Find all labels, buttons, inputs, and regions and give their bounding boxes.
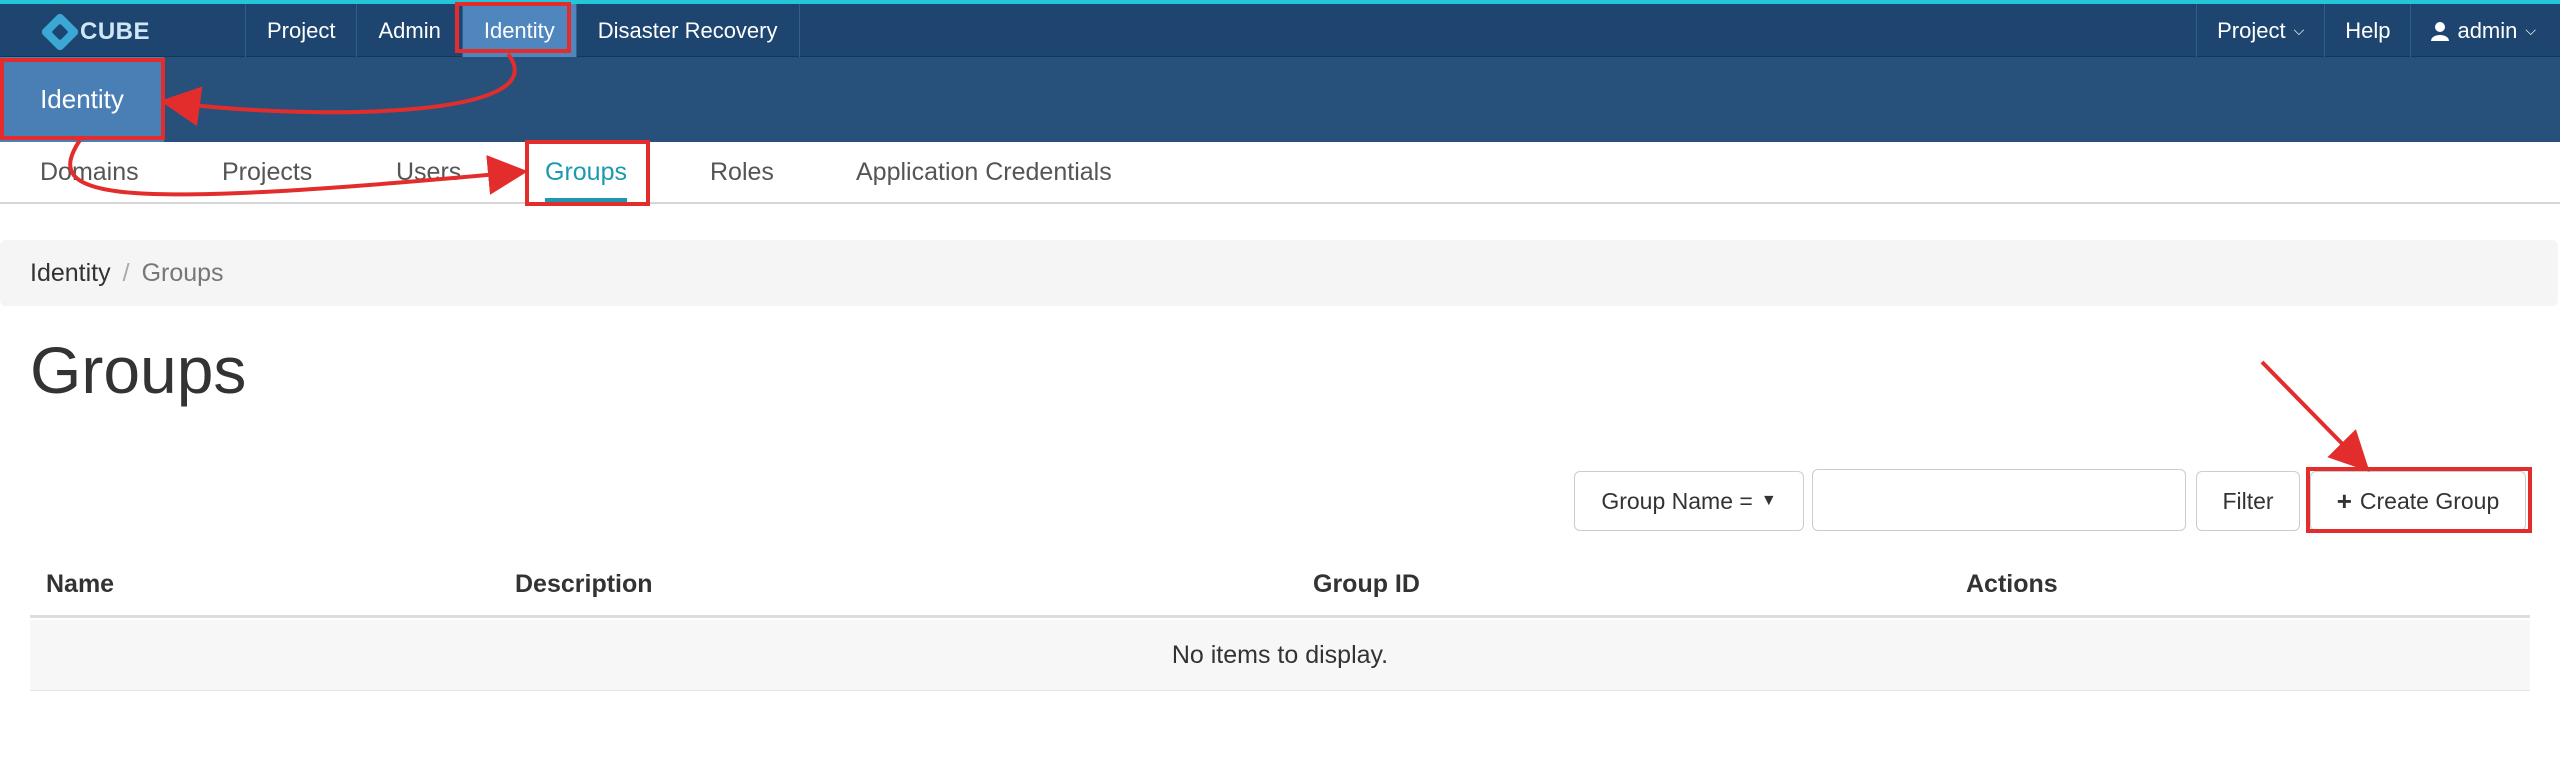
column-header-name[interactable]: Name — [46, 570, 114, 599]
user-icon — [2431, 21, 2450, 41]
column-header-description[interactable]: Description — [515, 570, 653, 599]
user-name: admin — [2457, 17, 2518, 43]
create-group-button[interactable]: + Create Group — [2310, 471, 2526, 531]
breadcrumb-current: Groups — [141, 258, 224, 287]
section-identity-label: Identity — [40, 84, 124, 114]
nav-admin[interactable]: Admin — [356, 4, 461, 57]
tab-groups[interactable]: Groups — [545, 142, 627, 202]
breadcrumb-separator: / — [122, 258, 130, 287]
sub-tabs: Domains Projects Users Groups Roles Appl… — [0, 142, 2560, 204]
filter-button[interactable]: Filter — [2196, 471, 2300, 531]
top-navbar: CUBE Project Admin Identity Disaster Rec… — [0, 0, 2560, 57]
brand-logo[interactable]: CUBE — [40, 12, 151, 52]
section-identity-tab[interactable]: Identity — [0, 57, 164, 142]
chevron-down-icon: ⌵ — [2525, 22, 2536, 38]
help-link[interactable]: Help — [2324, 4, 2410, 57]
filter-field-select[interactable]: Group Name = ▼ — [1574, 471, 1804, 531]
user-dropdown[interactable]: admin ⌵ — [2410, 4, 2560, 57]
page-title: Groups — [30, 333, 247, 407]
tab-users[interactable]: Users — [396, 142, 461, 202]
column-header-group-id[interactable]: Group ID — [1313, 570, 1420, 599]
annotation-arrow-to-create-group — [2260, 360, 2370, 472]
breadcrumb: Identity / Groups — [0, 240, 2558, 306]
project-dropdown-label: Project — [2217, 17, 2286, 43]
chevron-down-icon: ⌵ — [2293, 22, 2305, 38]
column-header-actions: Actions — [1966, 570, 2058, 598]
right-nav: Project ⌵ Help admin ⌵ — [2196, 4, 2560, 57]
nav-disaster-recovery[interactable]: Disaster Recovery — [575, 4, 800, 57]
caret-down-icon: ▼ — [1760, 492, 1777, 509]
tab-roles[interactable]: Roles — [710, 142, 774, 202]
main-nav: Project Admin Identity Disaster Recovery — [245, 4, 800, 57]
create-group-label: Create Group — [2359, 487, 2500, 514]
project-dropdown[interactable]: Project ⌵ — [2196, 4, 2324, 57]
table-header: Name Description Group ID Actions — [30, 552, 2530, 618]
empty-message: No items to display. — [1171, 640, 1389, 669]
brand-name: CUBE — [80, 18, 151, 45]
breadcrumb-identity[interactable]: Identity — [30, 259, 111, 288]
nav-project[interactable]: Project — [245, 4, 356, 57]
filter-field-label: Group Name = — [1601, 487, 1753, 514]
filter-button-label: Filter — [2222, 487, 2274, 514]
plus-icon: + — [2336, 485, 2352, 516]
section-band: Identity — [0, 57, 2560, 142]
table-empty-row: No items to display. — [30, 620, 2530, 691]
tab-application-credentials[interactable]: Application Credentials — [856, 142, 1112, 202]
cube-logo-icon — [40, 12, 80, 52]
nav-identity[interactable]: Identity — [461, 4, 576, 57]
help-label: Help — [2345, 17, 2391, 43]
tab-domains[interactable]: Domains — [40, 142, 139, 202]
tab-projects[interactable]: Projects — [222, 142, 312, 202]
filter-input[interactable] — [1812, 469, 2186, 531]
